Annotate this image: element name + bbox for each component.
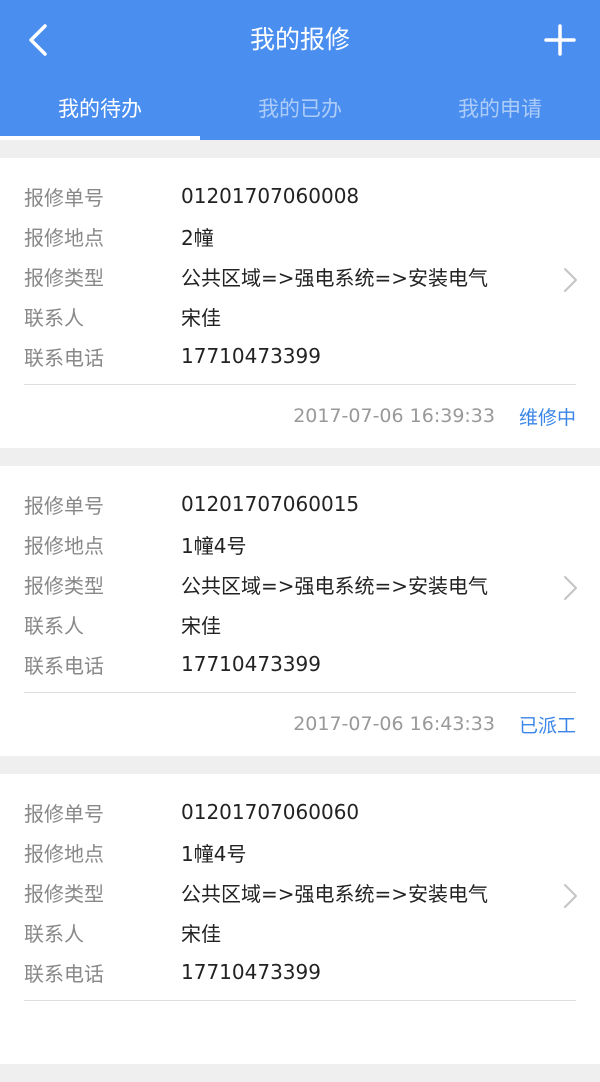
- contact-value: 宋佳: [181, 305, 221, 330]
- type-value: 公共区域=>强电系统=>安装电气: [181, 265, 489, 290]
- tab-my-todo[interactable]: 我的待办: [0, 80, 200, 140]
- card-fields: 报修单号 01201707060015 报修地点 1幢4号 报修类型 公共区域=…: [24, 484, 540, 684]
- title-bar: 我的报修: [0, 0, 600, 80]
- phone-label: 联系电话: [24, 345, 104, 370]
- status-badge: 已派工: [518, 714, 576, 737]
- card-fields: 报修单号 01201707060008 报修地点 2幢 报修类型 公共区域=>强…: [24, 176, 540, 376]
- contact-label: 联系人: [24, 305, 84, 330]
- type-label: 报修类型: [24, 573, 104, 598]
- field-phone: 联系电话 17710473399: [24, 952, 540, 992]
- card-footer: [552, 1000, 576, 1064]
- type-label: 报修类型: [24, 265, 104, 290]
- phone-value: 17710473399: [181, 652, 321, 676]
- timestamp: 2017-07-06 16:43:33: [293, 713, 495, 735]
- order-no-label: 报修单号: [24, 801, 104, 826]
- contact-value: 宋佳: [181, 921, 221, 946]
- card-divider: [24, 1000, 576, 1001]
- repair-card[interactable]: 报修单号 01201707060060 报修地点 1幢4号 报修类型 公共区域=…: [0, 774, 600, 1064]
- field-phone: 联系电话 17710473399: [24, 336, 540, 376]
- field-phone: 联系电话 17710473399: [24, 644, 540, 684]
- type-value: 公共区域=>强电系统=>安装电气: [181, 881, 489, 906]
- location-value: 1幢4号: [181, 533, 247, 558]
- card-footer: 2017-07-06 16:39:33 维修中: [293, 384, 576, 448]
- order-no-value: 01201707060015: [181, 492, 360, 516]
- chevron-right-icon: [564, 268, 577, 292]
- location-value: 1幢4号: [181, 841, 247, 866]
- location-value: 2幢: [181, 225, 214, 250]
- status-badge: 维修中: [518, 406, 576, 429]
- card-fields: 报修单号 01201707060060 报修地点 1幢4号 报修类型 公共区域=…: [24, 792, 540, 992]
- field-contact: 联系人 宋佳: [24, 604, 540, 644]
- repair-list: 报修单号 01201707060008 报修地点 2幢 报修类型 公共区域=>强…: [0, 158, 600, 1082]
- field-contact: 联系人 宋佳: [24, 912, 540, 952]
- tab-my-done[interactable]: 我的已办: [200, 80, 400, 140]
- contact-label: 联系人: [24, 921, 84, 946]
- location-label: 报修地点: [24, 841, 104, 866]
- chevron-right-icon: [564, 884, 577, 908]
- type-label: 报修类型: [24, 881, 104, 906]
- card-footer: 2017-07-06 16:43:33 已派工: [293, 692, 576, 756]
- field-type: 报修类型 公共区域=>强电系统=>安装电气: [24, 872, 540, 912]
- phone-label: 联系电话: [24, 961, 104, 986]
- plus-icon: [544, 24, 576, 56]
- page-title: 我的报修: [249, 25, 350, 54]
- field-order-no: 报修单号 01201707060008: [24, 176, 540, 216]
- add-button[interactable]: [540, 18, 580, 62]
- field-type: 报修类型 公共区域=>强电系统=>安装电气: [24, 256, 540, 296]
- repair-card[interactable]: 报修单号 01201707060015 报修地点 1幢4号 报修类型 公共区域=…: [0, 466, 600, 756]
- location-label: 报修地点: [24, 533, 104, 558]
- field-order-no: 报修单号 01201707060015: [24, 484, 540, 524]
- field-type: 报修类型 公共区域=>强电系统=>安装电气: [24, 564, 540, 604]
- field-location: 报修地点 1幢4号: [24, 524, 540, 564]
- phone-label: 联系电话: [24, 653, 104, 678]
- phone-value: 17710473399: [181, 344, 321, 368]
- field-order-no: 报修单号 01201707060060: [24, 792, 540, 832]
- field-location: 报修地点 2幢: [24, 216, 540, 256]
- repair-card[interactable]: 报修单号 01201707060008 报修地点 2幢 报修类型 公共区域=>强…: [0, 158, 600, 448]
- tab-bar: 我的待办 我的已办 我的申请: [0, 80, 600, 140]
- tab-my-applications[interactable]: 我的申请: [400, 80, 600, 140]
- phone-value: 17710473399: [181, 960, 321, 984]
- order-no-label: 报修单号: [24, 493, 104, 518]
- order-no-label: 报修单号: [24, 185, 104, 210]
- contact-value: 宋佳: [181, 613, 221, 638]
- order-no-value: 01201707060008: [181, 184, 360, 208]
- order-no-value: 01201707060060: [181, 800, 360, 824]
- chevron-right-icon: [564, 576, 577, 600]
- location-label: 报修地点: [24, 225, 104, 250]
- timestamp: 2017-07-06 16:39:33: [293, 405, 495, 427]
- field-contact: 联系人 宋佳: [24, 296, 540, 336]
- field-location: 报修地点 1幢4号: [24, 832, 540, 872]
- app-header: 我的报修 我的待办 我的已办 我的申请: [0, 0, 600, 140]
- contact-label: 联系人: [24, 613, 84, 638]
- type-value: 公共区域=>强电系统=>安装电气: [181, 573, 489, 598]
